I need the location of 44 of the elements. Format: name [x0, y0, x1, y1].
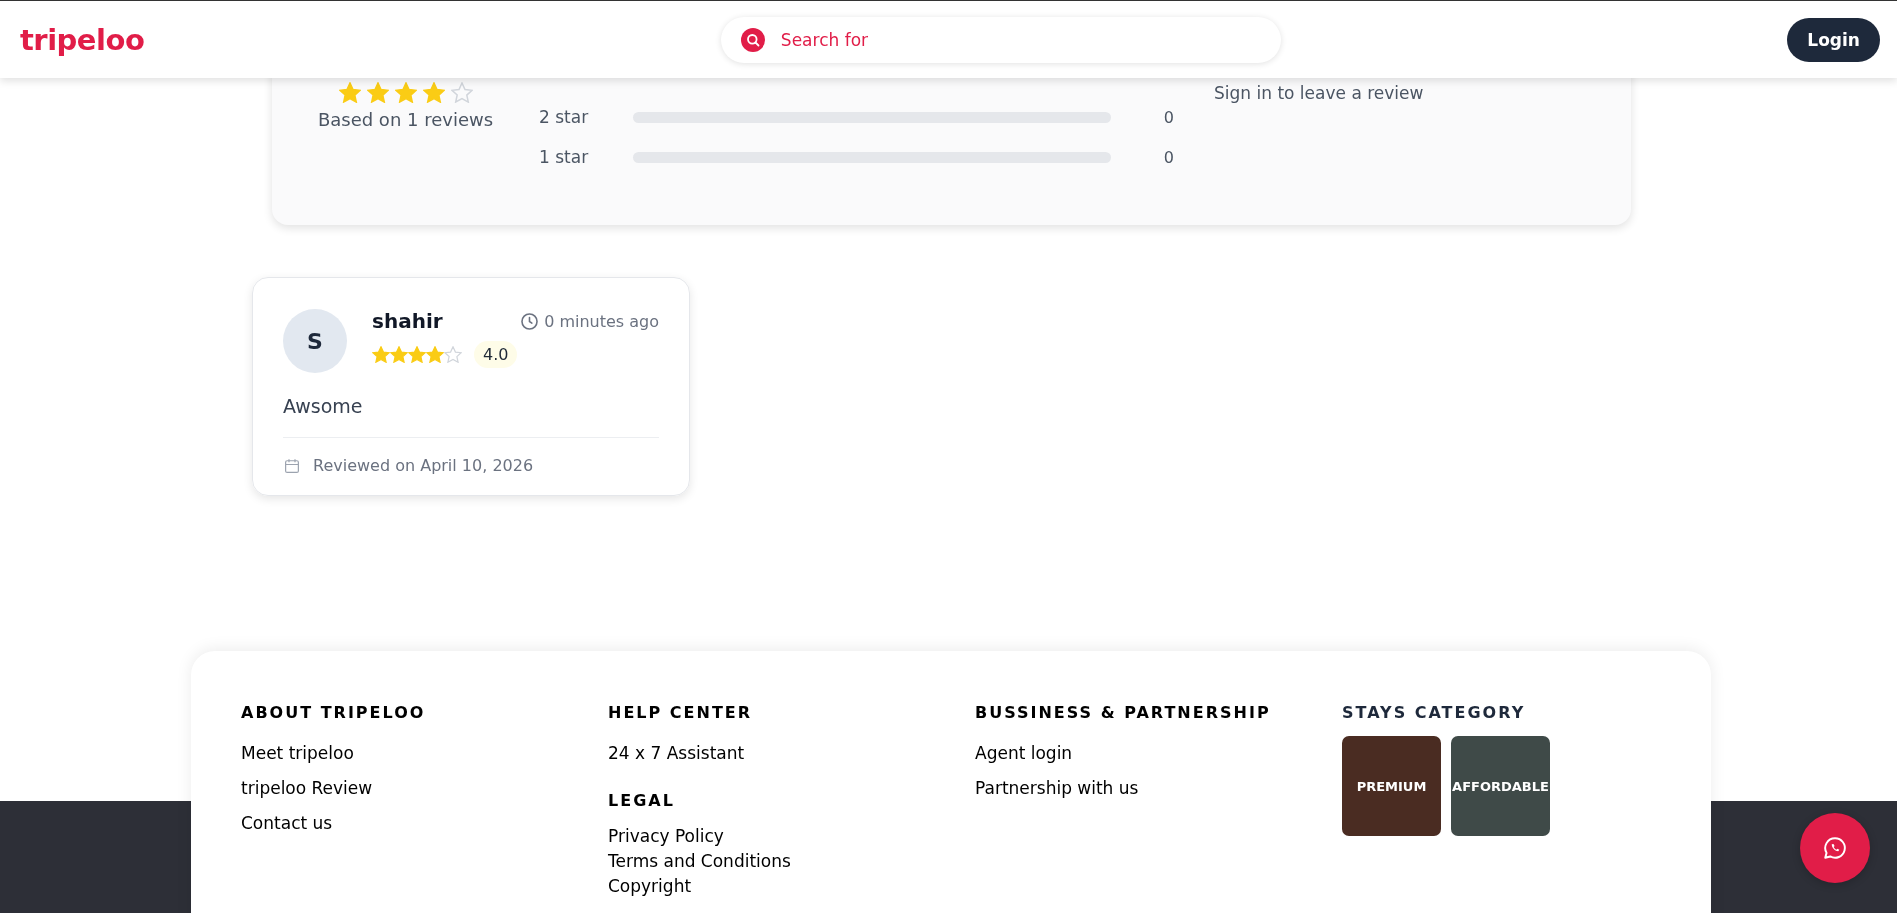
reviewer-name: shahir	[372, 309, 443, 333]
footer-link[interactable]: Meet tripeloo	[241, 736, 354, 771]
review-text: Awsome	[283, 395, 659, 438]
rating-badge: 4.0	[474, 341, 518, 368]
clock-icon	[520, 311, 540, 331]
star-level-label: 2 star	[539, 107, 590, 127]
login-button[interactable]: Login	[1787, 17, 1880, 62]
avatar: S	[283, 309, 347, 373]
star-icon	[422, 82, 445, 103]
footer-heading: STAYS CATEGORY	[1342, 703, 1526, 722]
review-count-text: Based on 1 reviews	[317, 109, 494, 130]
rating-count: 0	[1163, 107, 1174, 127]
calendar-icon	[283, 456, 301, 475]
star-icon	[366, 82, 389, 103]
footer-heading: LEGAL	[608, 791, 675, 810]
chat-bubble-icon	[1822, 835, 1848, 861]
star-icon	[426, 346, 444, 363]
footer-heading: ABOUT TRIPELOO	[241, 703, 426, 722]
footer-link[interactable]: Terms and Conditions	[608, 849, 791, 874]
star-icon	[408, 346, 426, 363]
category-tile[interactable]: PREMIUM	[1342, 736, 1441, 836]
star-level-label: 1 star	[539, 147, 590, 167]
star-icon	[390, 346, 408, 363]
search-field[interactable]: Search for	[720, 16, 1281, 63]
footer-heading: BUSSINESS & PARTNERSHIP	[975, 703, 1271, 722]
footer-link[interactable]: tripeloo Review	[241, 771, 373, 806]
footer-heading: HELP CENTER	[608, 703, 753, 722]
sign-in-note: Sign in to leave a review	[1214, 83, 1424, 103]
footer-link[interactable]: 24 x 7 Assistant	[608, 736, 745, 771]
footer-link[interactable]: Agent login	[975, 736, 1073, 771]
footer-link[interactable]: Copyright	[608, 874, 692, 899]
category-tile[interactable]: AFFORDABLE	[1451, 736, 1550, 836]
rating-count: 0	[1163, 147, 1174, 167]
review-date: Reviewed on April 10, 2026	[313, 456, 534, 475]
star-icon	[394, 82, 417, 103]
footer-link[interactable]: Contact us	[241, 806, 333, 841]
review-time: 0 minutes ago	[544, 311, 659, 331]
logo[interactable]: tripeloo	[20, 22, 145, 57]
footer-link[interactable]: Partnership with us	[975, 771, 1139, 806]
star-icon	[450, 82, 473, 103]
star-icon	[444, 346, 462, 363]
star-icon	[372, 346, 390, 363]
star-icon	[338, 82, 361, 103]
footer-link[interactable]: Privacy Policy	[608, 824, 724, 849]
